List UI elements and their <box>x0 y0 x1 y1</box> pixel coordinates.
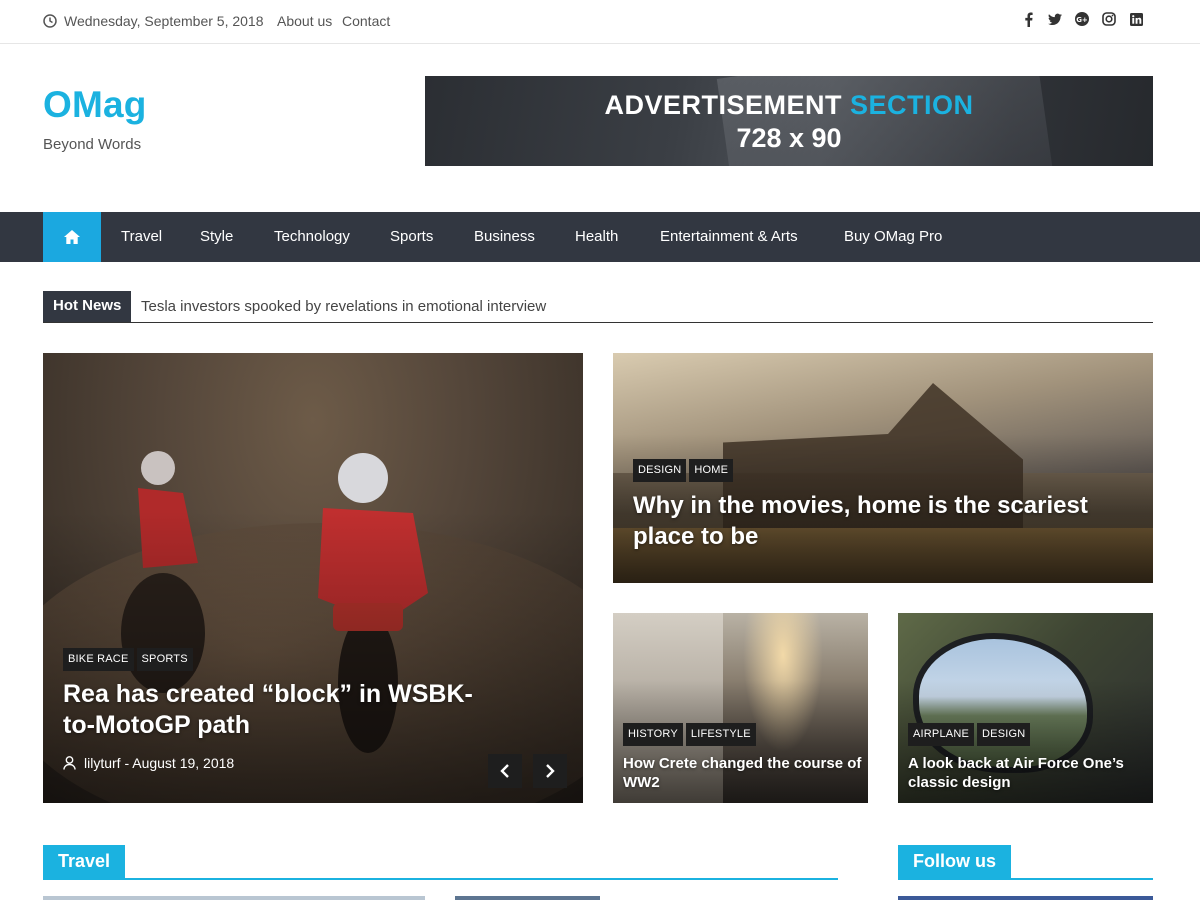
travel-post-thumbnail-small[interactable] <box>455 896 600 900</box>
nav-item-technology[interactable]: Technology <box>274 228 350 245</box>
author-date[interactable]: lilyturf - August 19, 2018 <box>84 755 234 771</box>
google-plus-icon[interactable]: G+ <box>1075 11 1089 27</box>
twitter-icon[interactable] <box>1048 11 1062 27</box>
svg-text:G+: G+ <box>1076 16 1088 24</box>
ad-headline-main: ADVERTISEMENT <box>604 90 842 120</box>
house-card-title[interactable]: Why in the movies, home is the scariest … <box>633 490 1103 552</box>
chevron-left-icon <box>500 764 509 778</box>
tag-home[interactable]: HOME <box>689 459 734 482</box>
tag-design[interactable]: DESIGN <box>977 723 1031 746</box>
facebook-icon[interactable] <box>1021 11 1035 27</box>
tag-design[interactable]: DESIGN <box>633 459 687 482</box>
plane-card-tags: AIRPLANE DESIGN <box>908 723 1031 746</box>
hot-news-label: Hot News <box>43 291 132 322</box>
user-icon <box>63 756 76 770</box>
follow-us-section-header: Follow us <box>898 845 1153 880</box>
plane-card-title[interactable]: A look back at Air Force One’s classic d… <box>908 754 1148 792</box>
crete-card-tags: HISTORY LIFESTYLE <box>623 723 756 746</box>
follow-us-label: Follow us <box>898 845 1011 880</box>
tag-history[interactable]: HISTORY <box>623 723 683 746</box>
home-icon <box>64 230 80 244</box>
advertisement-banner[interactable]: ADVERTISEMENT SECTION 728 x 90 <box>425 76 1153 166</box>
nav-item-buy-omag-pro[interactable]: Buy OMag Pro <box>844 228 942 245</box>
nav-item-sports[interactable]: Sports <box>390 228 433 245</box>
tag-airplane[interactable]: AIRPLANE <box>908 723 975 746</box>
crete-card-title[interactable]: How Crete changed the course of WW2 <box>623 754 863 792</box>
site-title[interactable]: OMag <box>43 84 147 126</box>
site-tagline: Beyond Words <box>43 136 142 153</box>
linkedin-icon[interactable] <box>1129 11 1143 27</box>
main-card-title[interactable]: Rea has created “block” in WSBK-to-MotoG… <box>63 679 503 741</box>
instagram-icon[interactable] <box>1102 11 1116 27</box>
follow-us-widget[interactable] <box>898 896 1153 900</box>
tag-lifestyle[interactable]: LIFESTYLE <box>685 723 756 746</box>
hot-news-ticker: Hot News Tesla investors spooked by reve… <box>43 291 1153 323</box>
travel-section-label[interactable]: Travel <box>43 845 126 880</box>
travel-section-header: Travel <box>43 845 838 880</box>
featured-main-card[interactable]: BIKE RACE SPORTS Rea has created “block”… <box>43 353 583 803</box>
tag-bike-race[interactable]: BIKE RACE <box>63 648 134 671</box>
house-card-tags: DESIGN HOME <box>633 459 734 482</box>
contact-link[interactable]: Contact <box>342 13 390 29</box>
slider-next-button[interactable] <box>533 754 567 788</box>
nav-item-health[interactable]: Health <box>575 228 618 245</box>
chevron-right-icon <box>546 764 555 778</box>
nav-item-style[interactable]: Style <box>200 228 233 245</box>
tag-sports[interactable]: SPORTS <box>136 648 193 671</box>
ad-headline: ADVERTISEMENT SECTION <box>425 90 1153 121</box>
slider-prev-button[interactable] <box>488 754 522 788</box>
about-us-link[interactable]: About us <box>277 13 332 29</box>
ad-size-text: 728 x 90 <box>736 123 842 153</box>
date-display: Wednesday, September 5, 2018 <box>43 13 264 29</box>
social-links: G+ <box>1021 11 1143 27</box>
hot-news-headline[interactable]: Tesla investors spooked by revelations i… <box>141 298 546 315</box>
nav-item-travel[interactable]: Travel <box>121 228 162 245</box>
featured-house-card[interactable]: DESIGN HOME Why in the movies, home is t… <box>613 353 1153 583</box>
home-button[interactable] <box>43 212 101 262</box>
nav-item-business[interactable]: Business <box>474 228 535 245</box>
featured-crete-card[interactable]: HISTORY LIFESTYLE How Crete changed the … <box>613 613 868 803</box>
clock-icon <box>43 14 57 28</box>
nav-item-entertainment-arts[interactable]: Entertainment & Arts <box>660 228 798 245</box>
featured-plane-card[interactable]: AIRPLANE DESIGN A look back at Air Force… <box>898 613 1153 803</box>
main-card-meta: lilyturf - August 19, 2018 <box>63 755 234 771</box>
main-card-tags: BIKE RACE SPORTS <box>63 648 193 671</box>
main-navigation: Travel Style Technology Sports Business … <box>0 212 1200 262</box>
date-text: Wednesday, September 5, 2018 <box>64 13 264 29</box>
top-bar: Wednesday, September 5, 2018 About us Co… <box>0 0 1200 44</box>
travel-post-thumbnail[interactable] <box>43 896 425 900</box>
ad-headline-accent: SECTION <box>850 90 974 120</box>
